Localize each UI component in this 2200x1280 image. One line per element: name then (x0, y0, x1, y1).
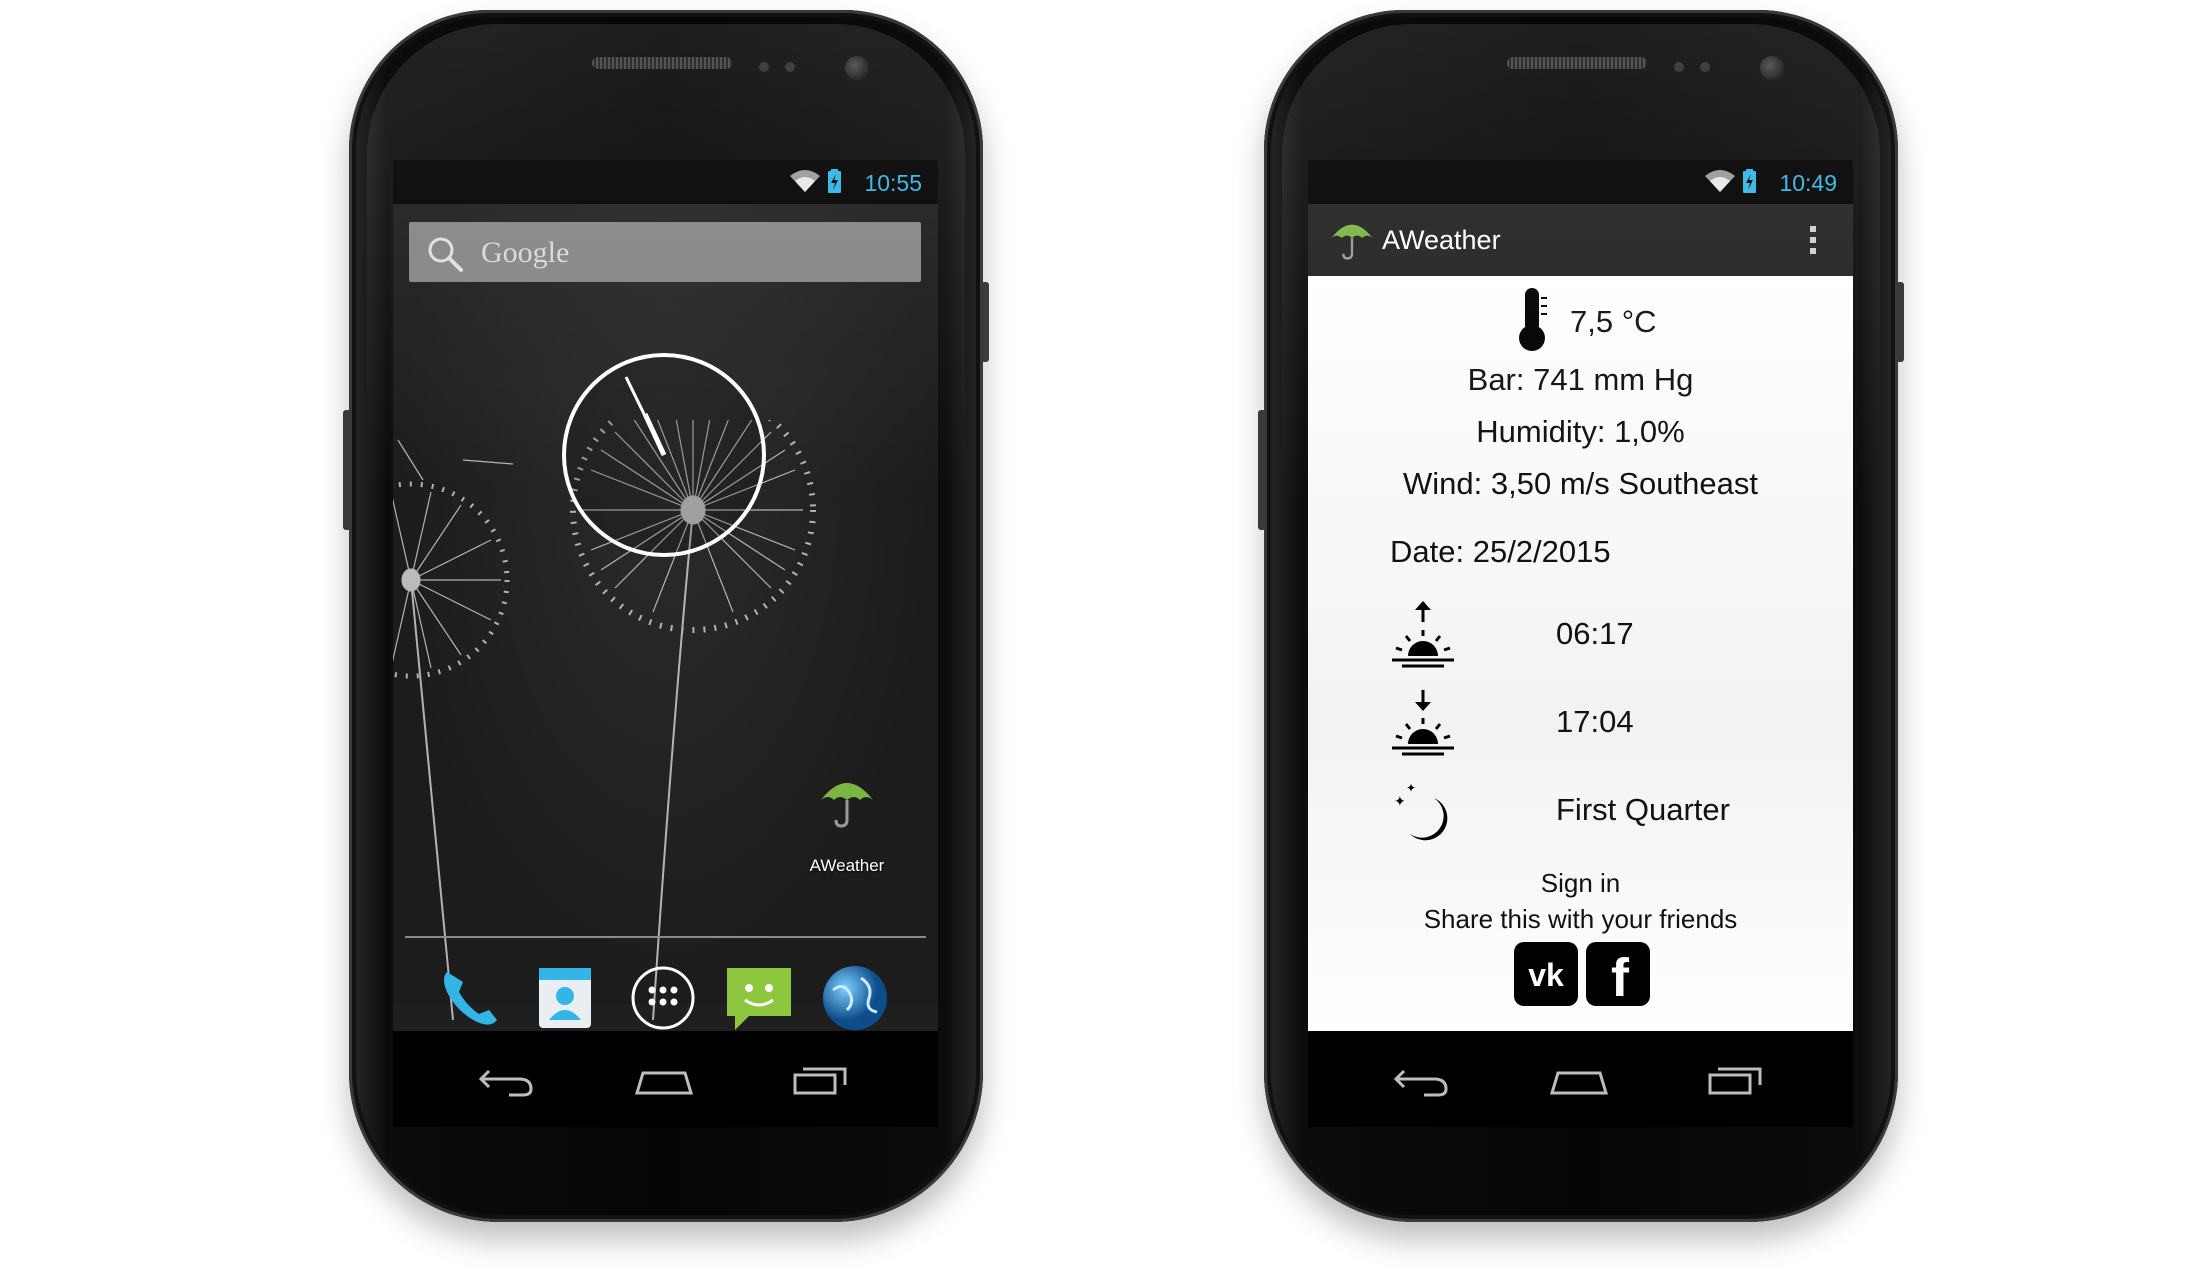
umbrella-icon[interactable] (1330, 216, 1374, 260)
home-icon[interactable] (633, 1059, 695, 1099)
date-text: Date: 25/2/2015 (1390, 534, 1611, 569)
sunrise-time: 06:17 (1556, 616, 1634, 651)
search-label: Google (481, 236, 570, 269)
apps-icon[interactable] (627, 962, 699, 1034)
moon-phase-text: First Quarter (1556, 792, 1730, 827)
shortcut-label: AWeather (809, 856, 885, 875)
pressure-text: Bar: 741 mm Hg (1467, 362, 1694, 397)
contacts-icon[interactable] (529, 962, 601, 1034)
earpiece-speaker (592, 57, 732, 69)
search-icon (428, 237, 463, 272)
svg-text:✦: ✦ (1394, 794, 1406, 810)
google-search-bar[interactable]: Google (409, 222, 921, 282)
front-camera (1760, 56, 1784, 80)
fb-label: f (1611, 948, 1630, 1006)
aweather-shortcut[interactable]: AWeather (799, 772, 895, 882)
earpiece-speaker (1507, 57, 1647, 69)
power-button (1896, 282, 1904, 362)
sunrise-row: 06:17 (1390, 600, 1790, 670)
sensor (759, 62, 769, 72)
analog-clock-widget[interactable] (561, 352, 767, 558)
sunset-time: 17:04 (1556, 704, 1634, 739)
home-icon[interactable] (1548, 1059, 1610, 1099)
status-bar: 10:49 (1308, 160, 1853, 204)
navigation-bar (393, 1031, 938, 1127)
moon-phase-row: ✦ ✦ First Quarter (1390, 776, 1790, 846)
browser-icon[interactable] (819, 962, 891, 1034)
navigation-bar (1308, 1031, 1853, 1127)
wind-text: Wind: 3,50 m/s Southeast (1403, 466, 1758, 501)
temperature-value: 7,5 °C (1570, 304, 1657, 339)
sensor (1700, 62, 1710, 72)
umbrella-icon (821, 783, 873, 828)
battery-icon (828, 169, 841, 193)
sunset-icon (1392, 690, 1454, 756)
thermometer-icon (1519, 288, 1547, 351)
volume-button (1258, 410, 1266, 530)
home-screen: 10:55 Google AWeather (393, 160, 938, 1127)
recents-icon[interactable] (1704, 1059, 1766, 1099)
sensor (1674, 62, 1684, 72)
vk-label: vk (1528, 957, 1564, 993)
vk-icon: vk (1528, 957, 1564, 993)
share-text: Share this with your friends (1423, 904, 1738, 934)
recents-icon[interactable] (789, 1059, 851, 1099)
humidity-text: Humidity: 1,0% (1476, 414, 1685, 449)
moon-icon: ✦ ✦ (1394, 781, 1448, 841)
weather-app-screen: 10:49 AWeather 7,5 °C Bar: 741 mm Hg Hum… (1308, 160, 1853, 1127)
volume-button (343, 410, 351, 530)
front-camera (845, 56, 869, 80)
right-phone: 10:49 AWeather 7,5 °C Bar: 741 mm Hg Hum… (1258, 10, 1904, 1222)
status-time: 10:49 (1779, 170, 1837, 196)
overflow-menu-icon[interactable] (1809, 224, 1817, 256)
sign-in-link[interactable]: Sign in (1308, 868, 1853, 899)
status-time: 10:55 (864, 170, 922, 196)
action-bar: AWeather (1308, 204, 1853, 276)
facebook-icon: f (1611, 948, 1630, 1008)
temperature-row: 7,5 °C (1308, 286, 1853, 352)
wifi-icon (790, 170, 820, 192)
phone-icon[interactable] (433, 962, 505, 1034)
battery-icon (1743, 169, 1756, 193)
sunset-row: 17:04 (1390, 688, 1790, 758)
left-phone: 10:55 Google AWeather (343, 10, 989, 1222)
wifi-icon (1705, 170, 1735, 192)
dock-divider (405, 936, 926, 938)
vk-share-button[interactable]: vk (1514, 942, 1578, 1006)
app-title: AWeather (1382, 225, 1501, 255)
sensor (785, 62, 795, 72)
messaging-icon[interactable] (723, 962, 795, 1034)
sunrise-icon (1392, 601, 1454, 668)
power-button (981, 282, 989, 362)
weather-content: 7,5 °C Bar: 741 mm Hg Humidity: 1,0% Win… (1308, 276, 1853, 1031)
back-icon[interactable] (475, 1059, 537, 1099)
status-bar: 10:55 (393, 160, 938, 204)
back-icon[interactable] (1390, 1059, 1452, 1099)
svg-text:✦: ✦ (1406, 781, 1416, 795)
facebook-share-button[interactable]: f (1586, 942, 1650, 1008)
